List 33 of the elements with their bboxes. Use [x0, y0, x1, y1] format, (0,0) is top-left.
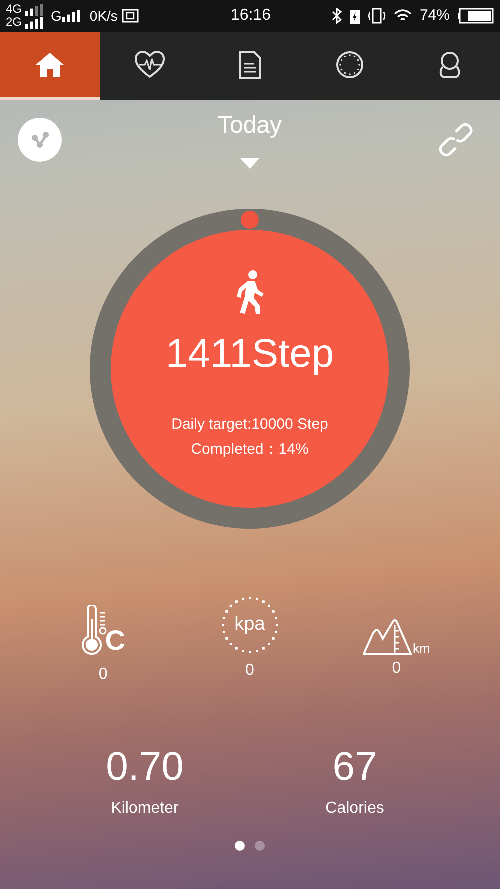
home-icon	[35, 52, 65, 78]
pressure-gauge: kpa	[220, 595, 280, 655]
document-icon	[238, 50, 262, 78]
speed-label: 0K/s	[90, 6, 118, 26]
unit-label: C	[105, 627, 126, 655]
profile-icon	[439, 50, 461, 78]
battery-icon	[458, 8, 494, 24]
completed-percent: Completed：14%	[191, 440, 309, 460]
bluetooth-icon	[332, 8, 342, 24]
sensor-value: 0	[246, 661, 254, 681]
step-count: 1411Step	[166, 334, 334, 374]
stat-label: Calories	[326, 799, 384, 819]
heart-pulse-icon	[135, 50, 165, 78]
clock-label: 16:16	[230, 6, 271, 26]
stat-value: 67	[332, 747, 378, 787]
network-label: 2G	[6, 16, 22, 29]
vibrate-icon	[368, 8, 386, 24]
sensor-value: 0	[392, 659, 402, 679]
daily-target: Daily target:10000 Step	[172, 415, 328, 435]
sensor-value: 0	[98, 665, 108, 685]
thermometer-icon	[81, 605, 108, 655]
mountain-icon	[362, 619, 413, 655]
unit-label: km	[412, 642, 430, 655]
stat-label: Kilometer	[111, 799, 179, 819]
wifi-icon	[394, 9, 412, 23]
network-label: 4G	[6, 3, 22, 16]
battery-label: 74%	[420, 6, 450, 26]
date-title: Today	[218, 111, 282, 141]
network-label: G	[51, 6, 62, 26]
battery-charging-icon	[350, 8, 360, 24]
screenshot-icon	[122, 8, 140, 24]
stat-value: 0.70	[106, 747, 184, 787]
dial-icon	[336, 50, 364, 78]
